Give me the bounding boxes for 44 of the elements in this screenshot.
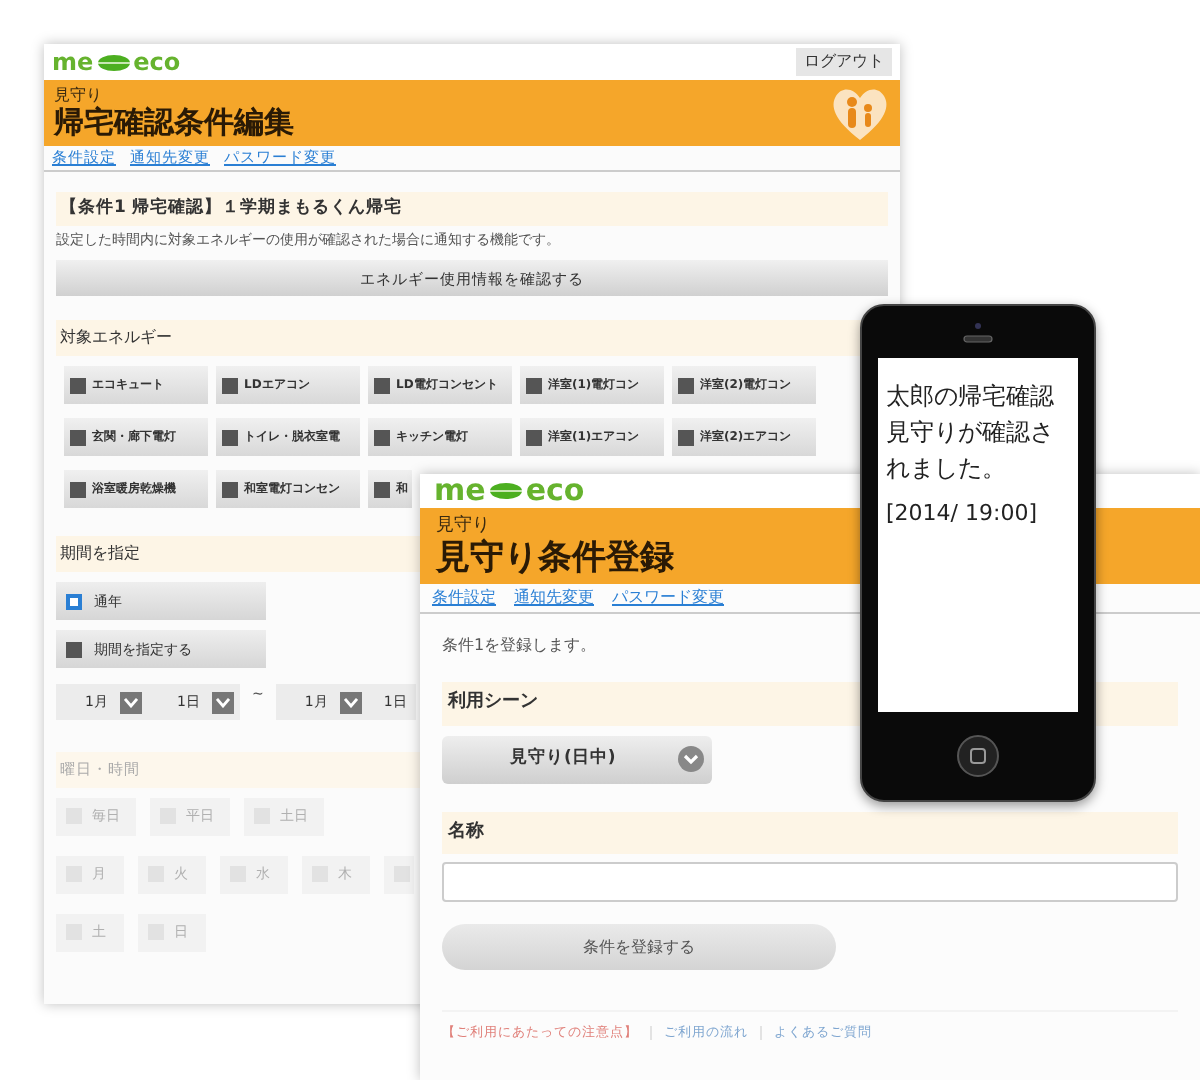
checkbox[interactable] [222, 429, 238, 446]
checkbox[interactable] [66, 641, 82, 658]
nav-link[interactable]: パスワード変更 [612, 586, 724, 610]
checkbox[interactable] [678, 429, 694, 446]
logo-text: me [52, 50, 94, 74]
checkbox[interactable] [374, 429, 390, 446]
intro-text: 条件1を登録します。 [442, 634, 599, 658]
leaf-icon [487, 482, 524, 500]
checkbox[interactable] [526, 429, 542, 446]
header-subtitle: 見守り [54, 88, 102, 104]
chevron-down-icon [339, 691, 362, 714]
checkbox[interactable] [222, 481, 238, 498]
logo-text: me [434, 476, 486, 506]
condition-title: 【条件1 帰宅確認】１学期まもるくん帰宅 [56, 192, 888, 226]
checkbox[interactable] [70, 377, 86, 394]
nav-link[interactable]: 通知先変更 [514, 586, 594, 610]
notification-time: [2014/ 19:00] [886, 498, 1039, 530]
chevron-down-icon [120, 691, 142, 714]
checkbox[interactable] [374, 377, 390, 394]
leaf-icon [95, 53, 132, 71]
checkbox[interactable] [526, 377, 542, 394]
logo-text: eco [525, 476, 585, 506]
checkbox[interactable] [678, 377, 694, 394]
checkbox[interactable] [70, 481, 86, 498]
register-button[interactable]: 条件を登録する [442, 924, 836, 970]
chevron-down-icon [212, 691, 234, 714]
logout-button[interactable]: ログアウト [796, 48, 892, 76]
checkbox[interactable] [222, 377, 238, 394]
scene-select[interactable]: 見守り(日中) [442, 735, 712, 783]
header-title: 見守り条件登録 [436, 541, 674, 575]
checkbox[interactable] [66, 593, 82, 610]
checkbox[interactable] [374, 481, 390, 498]
name-input-field[interactable] [442, 862, 1178, 902]
logo-text: eco [133, 50, 181, 74]
family-heart-icon [830, 85, 890, 141]
speaker-icon [958, 322, 998, 346]
section-heading: 名称 [442, 811, 1178, 854]
home-button-icon [956, 734, 1000, 778]
header-subtitle: 見守り [436, 517, 490, 535]
chevron-down-icon [678, 746, 704, 772]
checkbox[interactable] [70, 429, 86, 446]
notification-message: 太郎の帰宅確認見守りが確認されました。 [886, 380, 1056, 486]
nav-link[interactable]: 条件設定 [432, 586, 496, 610]
header-title: 帰宅確認条件編集 [54, 108, 294, 138]
